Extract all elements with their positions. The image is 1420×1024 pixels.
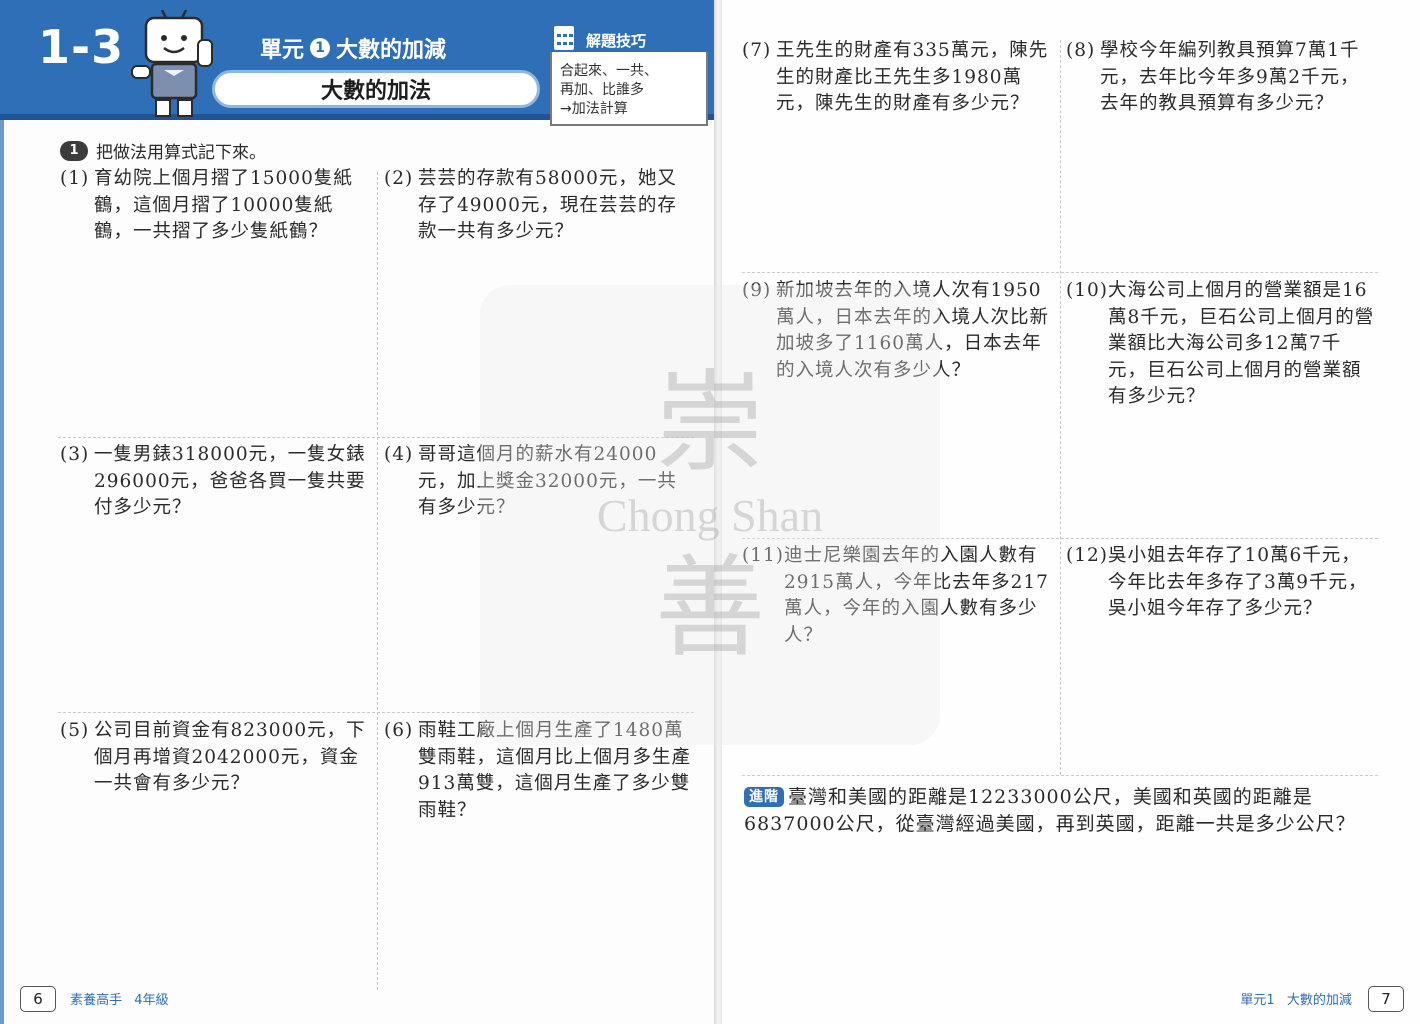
problem-text: 一隻男錶318000元，一隻女錶296000元，爸爸各買一隻共要付多少元？	[94, 444, 366, 518]
tip-line: 再加、比誰多	[560, 82, 644, 98]
tip-line: 合起來、一共、	[560, 63, 658, 79]
problem-number: (8)	[1066, 40, 1096, 61]
column-divider	[1060, 40, 1061, 775]
problem-number: (4)	[384, 444, 414, 465]
unit-label: 單元1	[1240, 993, 1275, 1008]
footer-left: 6 素養高手 4年級	[20, 986, 169, 1012]
lesson-title: 大數的加法	[212, 70, 540, 108]
problem-text: 大海公司上個月的營業額是16萬8千元，巨石公司上個月的營業額比大海公司多12萬7…	[1108, 280, 1375, 407]
watermark-char: 善	[655, 543, 765, 672]
tip-body: 合起來、一共、 再加、比誰多 →加法計算	[560, 62, 658, 119]
watermark-text: Chong Shan	[596, 489, 824, 541]
problem-number: (7)	[742, 40, 772, 61]
problem-text: 育幼院上個月摺了15000隻紙鶴，這個月摺了10000隻紙鶴，一共摺了多少隻紙鶴…	[94, 168, 353, 242]
advanced-text: 臺灣和美國的距離是12233000公尺，美國和英國的距離是6837000公尺，從…	[744, 786, 1356, 835]
row-divider	[742, 775, 1378, 776]
watermark-char: 崇	[655, 358, 765, 487]
problem-text: 公司目前資金有823000元，下個月再增資2042000元，資金一共會有多少元？	[94, 720, 366, 794]
grade-label: 4年級	[134, 993, 169, 1008]
book-title: 素養高手	[70, 993, 123, 1008]
problem-1: (1) 育幼院上個月摺了15000隻紙鶴，這個月摺了10000隻紙鶴，一共摺了多…	[60, 166, 372, 246]
unit-title: 單元 1 大數的加減	[260, 32, 446, 64]
calculator-icon	[552, 24, 576, 52]
problem-text: 學校今年編列教具預算7萬1千元，去年比今年多9萬2千元，去年的教具預算有多少元？	[1100, 40, 1360, 114]
tip-header: 解題技巧	[550, 24, 708, 52]
problem-number: (6)	[384, 720, 414, 741]
problem-7: (7) 王先生的財產有335萬元，陳先生的財產比王先生多1980萬元，陳先生的財…	[742, 38, 1054, 118]
unit-topic: 大數的加減	[336, 38, 447, 63]
problem-number: (12)	[1066, 545, 1108, 566]
unit-index-badge: 1	[310, 38, 331, 58]
problem-8: (8) 學校今年編列教具預算7萬1千元，去年比今年多9萬2千元，去年的教具預算有…	[1066, 38, 1378, 118]
problem-text: 芸芸的存款有58000元，她又存了49000元，現在芸芸的存款一共有多少元？	[418, 168, 677, 242]
column-divider	[377, 172, 378, 990]
robot-mascot-icon	[131, 10, 213, 117]
tip-title: 解題技巧	[586, 31, 647, 50]
instruction-text: 把做法用算式記下來。	[96, 143, 266, 163]
advanced-badge: 進階	[744, 787, 784, 807]
problem-12: (12) 吳小姐去年存了10萬6千元，今年比去年多存了3萬9千元，吳小姐今年存了…	[1066, 543, 1378, 623]
unit-topic: 大數的加減	[1286, 993, 1352, 1008]
tip-line: →加法計算	[560, 101, 628, 117]
problem-2: (2) 芸芸的存款有58000元，她又存了49000元，現在芸芸的存款一共有多少…	[384, 166, 696, 246]
problem-text: 吳小姐去年存了10萬6千元，今年比去年多存了3萬9千元，吳小姐今年存了多少元？	[1108, 545, 1368, 619]
problem-number: (1)	[60, 168, 90, 189]
lesson-number: 1-3	[38, 20, 125, 74]
question-number-badge: 1	[60, 140, 88, 161]
page-number: 7	[1368, 986, 1404, 1012]
page-edge-tab	[0, 120, 4, 1024]
advanced-problem: 進階 臺灣和美國的距離是12233000公尺，美國和英國的距離是6837000公尺…	[744, 784, 1384, 838]
problem-5: (5) 公司目前資金有823000元，下個月再增資2042000元，資金一共會有…	[60, 718, 372, 798]
instruction: 1 把做法用算式記下來。	[60, 138, 266, 163]
tip-box: 解題技巧 合起來、一共、 再加、比誰多 →加法計算	[550, 24, 708, 126]
page-number: 6	[20, 986, 56, 1012]
problem-text: 王先生的財產有335萬元，陳先生的財產比王先生多1980萬元，陳先生的財產有多少…	[776, 40, 1049, 114]
problem-number: (2)	[384, 168, 414, 189]
footer-right: 單元1 大數的加減 7	[1240, 986, 1404, 1012]
problem-number: (5)	[60, 720, 90, 741]
problem-10: (10) 大海公司上個月的營業額是16萬8千元，巨石公司上個月的營業額比大海公司…	[1066, 278, 1378, 411]
problem-number: (3)	[60, 444, 90, 465]
problem-number: (10)	[1066, 280, 1108, 301]
unit-label: 單元	[260, 38, 305, 63]
problem-3: (3) 一隻男錶318000元，一隻女錶296000元，爸爸各買一隻共要付多少元…	[60, 442, 372, 522]
watermark: 崇 Chong Shan 善	[480, 285, 940, 745]
row-divider	[742, 272, 1378, 273]
